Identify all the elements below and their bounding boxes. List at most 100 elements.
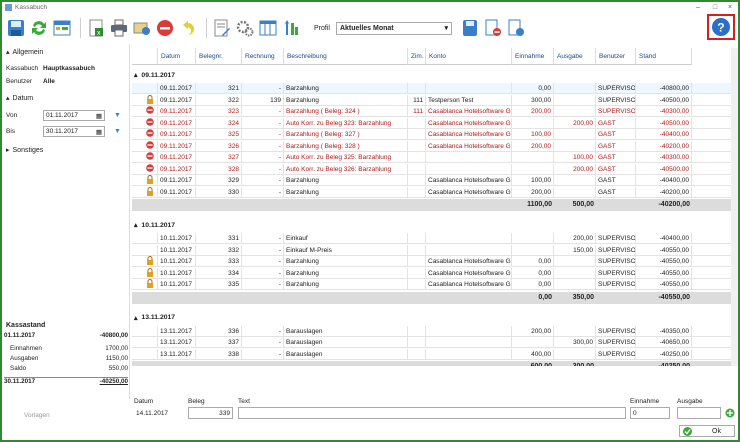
group-header[interactable]: ▴ 09.11.2017 (132, 69, 732, 81)
column-header-benutzer[interactable]: Benutzer (596, 48, 636, 65)
benutzer-select[interactable]: Alle (43, 78, 55, 85)
column-header-datum[interactable]: Datum (158, 48, 196, 65)
cell-beleg: 334 (196, 267, 242, 279)
ok-button[interactable]: Ok (679, 425, 735, 437)
column-header-beleg[interactable]: Belegnr. (196, 48, 242, 65)
kassabuch-select[interactable]: Hauptkassabuch (43, 65, 95, 72)
section-allgemein[interactable]: ▴ Allgemein (2, 46, 129, 58)
vorlagen-label[interactable]: Vorlagen (24, 412, 50, 419)
cell-datum: 09.11.2017 (158, 175, 196, 186)
settings-gears-icon[interactable] (235, 18, 255, 38)
table-row[interactable]: 10.11.2017 335- Barzahlung Casablanca Hotel… (132, 279, 732, 290)
group-total-row: 0,00 350,00 -40550,00 (132, 291, 732, 304)
entry-ausgabe-input[interactable] (677, 407, 721, 419)
columns-icon[interactable] (258, 18, 278, 38)
cell-einnahme (512, 244, 554, 256)
table-row[interactable]: 09.11.2017 328- Auto Korr. zu Beleg 326: B… (132, 163, 732, 175)
table-row[interactable]: 09.11.2017 325- Barzahlung ( Beleg: 327 ) C… (132, 129, 732, 140)
group-header[interactable]: ▴ 10.11.2017 (132, 219, 732, 231)
sort-icon[interactable] (281, 18, 301, 38)
cell-rechnung: - (242, 140, 284, 152)
table-row[interactable]: 09.11.2017 322 139 Barzahlung 111 Testperson … (132, 94, 732, 106)
group-header[interactable]: ▴ 13.11.2017 (132, 312, 732, 324)
column-header-ausgabe[interactable]: Ausgabe (554, 48, 596, 65)
filter-icon[interactable]: ▼ (114, 112, 121, 119)
table-row[interactable]: 10.11.2017 333- Barzahlung Casablanca Hotel… (132, 256, 732, 267)
close-icon[interactable]: × (724, 2, 736, 13)
cell-konto: Casablanca Hotelsoftware GmbH (428, 267, 512, 279)
cell-konto (426, 83, 512, 94)
calendar-icon[interactable]: ▦ (96, 128, 102, 136)
cell-beschreibung: Barzahlung (284, 267, 408, 279)
save-icon[interactable] (6, 18, 26, 38)
save-profile-icon[interactable] (460, 18, 480, 38)
collapse-arrow-icon[interactable]: ▴ (134, 221, 137, 229)
table-row[interactable]: 10.11.2017 331- Einkauf 200,00 SUPERVISO -404… (132, 233, 732, 244)
column-header-zim[interactable]: Zim. (408, 48, 426, 65)
collapse-arrow-icon[interactable]: ▴ (134, 71, 137, 79)
cell-icon (132, 163, 158, 175)
table-row[interactable]: 09.11.2017 323- Barzahlung ( Beleg: 324 ) 1… (132, 106, 732, 117)
bis-date-input[interactable]: 30.11.2017 ▦ (43, 126, 105, 137)
section-label: Datum (12, 94, 34, 102)
cell-einnahme: 200,00 (512, 325, 554, 337)
cell-stand: -40250,00 (636, 348, 692, 360)
column-header-einnahme[interactable]: Einnahme (512, 48, 554, 65)
refresh-icon[interactable] (29, 18, 49, 38)
table-row[interactable]: 10.11.2017 332- Einkauf M-Preis 150,00 SUPER… (132, 244, 732, 256)
edit-list-icon[interactable] (212, 18, 232, 38)
cell-ausgabe (554, 325, 596, 337)
table-row[interactable]: 09.11.2017 327- Auto Korr. zu Beleg 325: B… (132, 152, 732, 163)
kassastand-value: -40800,00 (99, 332, 128, 339)
cell-icon (132, 244, 158, 256)
entry-datum-input[interactable]: 14.11.2017 (134, 407, 180, 419)
column-header-stand[interactable]: Stand (636, 48, 692, 65)
table-row[interactable]: 13.11.2017 337- Barauslagen 300,00 SUPERVISO… (132, 337, 732, 348)
vertical-scrollbar[interactable] (731, 48, 738, 366)
calendar-icon[interactable]: ▦ (96, 112, 102, 120)
table-row[interactable]: 09.11.2017 321- Barzahlung 0,00 SUPERVISO -40… (132, 83, 732, 94)
collapse-arrow-icon[interactable]: ▴ (134, 314, 137, 322)
help-button[interactable]: ? (707, 14, 735, 40)
cell-stand: -40400,00 (636, 175, 692, 186)
column-header-beschreibung[interactable]: Beschreibung (284, 48, 408, 65)
table-row[interactable]: 13.11.2017 338- Barauslagen 400,00 SUPERVISO… (132, 348, 732, 360)
cell-icon (132, 140, 158, 152)
column-header-konto[interactable]: Konto (426, 48, 512, 65)
table-row[interactable]: 09.11.2017 326- Barzahlung ( Beleg: 328 ) C… (132, 140, 732, 152)
cell-datum: 13.11.2017 (158, 325, 196, 337)
maximize-icon[interactable]: □ (709, 2, 721, 13)
delete-profile-icon[interactable] (483, 18, 503, 38)
cancel-icon[interactable] (155, 18, 175, 38)
entry-text-input[interactable] (238, 407, 626, 419)
table-row[interactable]: 09.11.2017 330- Barzahlung Casablanca Hotel… (132, 186, 732, 198)
undo-icon[interactable] (178, 18, 198, 38)
cell-beleg: 323 (196, 106, 242, 117)
table-row[interactable]: 13.11.2017 336- Barauslagen 200,00 SUPERVISO… (132, 325, 732, 337)
section-datum[interactable]: ▴ Datum (2, 92, 129, 104)
von-date-input[interactable]: 01.11.2017 ▦ (43, 110, 105, 121)
entry-beleg-input[interactable]: 339 (188, 407, 233, 419)
column-header-rechnung[interactable]: Rechnung (242, 48, 284, 65)
entry-einnahme-input[interactable]: 0 (630, 407, 670, 419)
cell-beschreibung: Einkauf (284, 233, 408, 244)
export-excel-icon[interactable]: x (86, 18, 106, 38)
profile-select[interactable]: Aktuelles Monat ▾ (335, 21, 452, 35)
payment-icon[interactable] (132, 18, 152, 38)
print-icon[interactable] (109, 18, 129, 38)
cell-ausgabe (554, 140, 596, 152)
table-row[interactable]: 10.11.2017 334- Barzahlung Casablanca Hotel… (132, 267, 732, 279)
minimize-icon[interactable]: – (692, 2, 704, 13)
section-sonstiges[interactable]: ▸ Sonstiges (2, 144, 129, 156)
add-icon[interactable] (725, 408, 735, 418)
table-row[interactable]: 09.11.2017 324- Auto Korr. zu Beleg 323: B… (132, 117, 732, 129)
table-row[interactable]: 09.11.2017 329- Barzahlung Casablanca Hotel… (132, 175, 732, 186)
kassastand-row: 01.11.2017 -40800,00 (4, 332, 128, 339)
total-aus: 300,00 (554, 361, 596, 366)
cell-beleg: 335 (196, 279, 242, 290)
new-profile-icon[interactable] (506, 18, 526, 38)
bis-label: Bis (6, 128, 16, 135)
cell-icon (132, 256, 158, 267)
table-view-icon[interactable] (52, 18, 72, 38)
filter-icon[interactable]: ▼ (114, 128, 121, 135)
